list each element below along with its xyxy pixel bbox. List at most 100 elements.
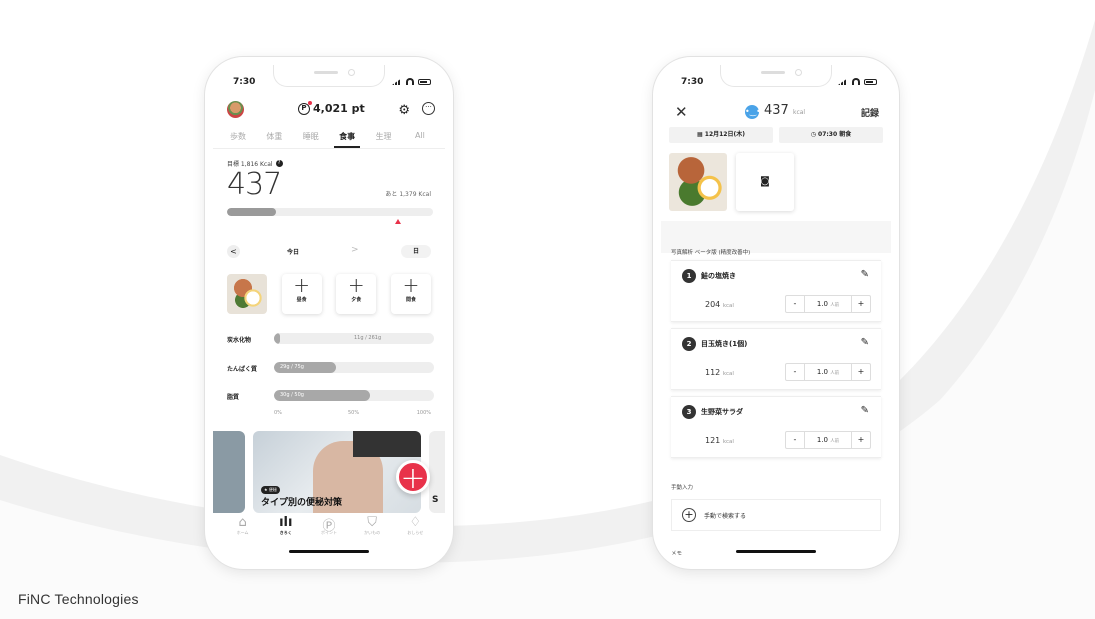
avatar[interactable] [227, 101, 244, 118]
help-icon[interactable]: ? [275, 160, 283, 167]
add-lunch-button[interactable]: + 昼食 [281, 273, 322, 314]
camera-button[interactable]: ◙ [736, 153, 794, 211]
phone-meal-record: 7:30 ✕ •‿• 437 kcal 記録 ▦ 12月12日(木) ◷ 07:… [653, 57, 899, 569]
nav-points[interactable]: Ⓟ ポイント [311, 513, 347, 553]
increase-button[interactable]: + [852, 432, 870, 448]
food-name: 生野菜サラダ [701, 408, 743, 416]
decrease-button[interactable]: - [786, 364, 804, 380]
add-record-fab[interactable]: + [396, 460, 430, 494]
home-indicator[interactable] [736, 550, 816, 553]
home-indicator[interactable] [289, 550, 369, 553]
nutrient-value: 30g / 50g [280, 392, 304, 398]
meal-calories-value: 437 [764, 103, 789, 118]
meal-label: 昼食 [296, 297, 307, 303]
edit-icon[interactable]: ✎ [861, 337, 869, 348]
camera-icon: ◙ [760, 176, 770, 187]
points-display[interactable]: P 4,021 pt [298, 100, 365, 115]
article-title: タイプ別の便秘対策 [261, 498, 343, 508]
analysis-label: 写真解析 ベータ版 (精度改善中) [671, 250, 751, 256]
nutrient-name: 脂質 [227, 394, 240, 401]
food-name: 目玉焼き(1個) [701, 340, 748, 348]
signal-icon [392, 78, 402, 85]
nav-notifications[interactable]: ♢ おしらせ [397, 513, 433, 553]
breakfast-photo[interactable] [227, 274, 267, 314]
point-icon: Ⓟ [322, 519, 336, 534]
face-icon: •‿• [745, 105, 761, 119]
save-button[interactable]: 記録 [861, 106, 879, 119]
article-image-detail [353, 431, 421, 457]
time-meal-picker[interactable]: ◷ 07:30 朝食 [779, 127, 883, 143]
decrease-button[interactable]: - [786, 432, 804, 448]
nav-home[interactable]: ⌂ ホーム [225, 513, 261, 553]
increase-button[interactable]: + [852, 296, 870, 312]
nav-shopping[interactable]: ⛉ かいもの [354, 513, 390, 553]
next-day-button[interactable]: > [351, 245, 359, 255]
tab-all[interactable]: All [407, 127, 433, 148]
quantity-number: 1.0 [816, 368, 828, 376]
food-calories-unit: kcal [722, 303, 734, 309]
wifi-icon [406, 78, 414, 85]
screen: 7:30 ✕ •‿• 437 kcal 記録 ▦ 12月12日(木) ◷ 07:… [661, 65, 891, 561]
nav-label: おしらせ [407, 530, 424, 535]
edit-icon[interactable]: ✎ [861, 405, 869, 416]
add-circle-icon: + [682, 508, 696, 522]
add-dinner-button[interactable]: + 夕食 [336, 273, 377, 314]
meal-photo[interactable] [669, 153, 727, 211]
carousel-next-card[interactable]: S [429, 431, 445, 513]
tab-weight[interactable]: 体重 [261, 127, 287, 148]
meal-label: 間食 [405, 297, 416, 303]
status-time: 7:30 [233, 77, 256, 87]
photo-row: ◙ [669, 153, 794, 211]
quantity-stepper: - 1.0 人前 + [785, 363, 871, 381]
tab-period[interactable]: 生理 [371, 127, 397, 148]
item-number: 2 [682, 337, 696, 351]
food-calories-unit: kcal [722, 439, 734, 445]
carousel-prev-card[interactable] [213, 431, 245, 513]
day-navigator: < 今日 > 日 [227, 245, 431, 259]
food-calories-value: 112 [705, 368, 721, 377]
decrease-button[interactable]: - [786, 296, 804, 312]
plus-icon: + [293, 273, 311, 297]
food-calories-value: 121 [705, 436, 721, 445]
date-picker[interactable]: ▦ 12月12日(木) [669, 127, 773, 143]
nav-record[interactable]: ılı きろく [268, 513, 304, 553]
item-number: 3 [682, 405, 696, 419]
nutrient-protein: たんぱく質 29g / 75g [227, 362, 434, 374]
nutrient-name: たんぱく質 [227, 366, 258, 373]
close-icon[interactable]: ✕ [675, 103, 688, 121]
manual-entry-label: 手動入力 [671, 485, 694, 491]
tab-steps[interactable]: 歩数 [225, 127, 251, 148]
gear-icon[interactable]: ⚙ [398, 103, 410, 118]
category-tabs: 歩数 体重 睡眠 食事 生理 All [213, 127, 445, 149]
wifi-icon [852, 78, 860, 85]
tab-sleep[interactable]: 睡眠 [298, 127, 324, 148]
battery-icon [418, 78, 431, 85]
nav-label: きろく [279, 530, 292, 535]
article-tag: ★ 便秘 [261, 486, 280, 494]
food-calories-unit: kcal [722, 371, 734, 377]
add-snack-button[interactable]: + 間食 [390, 274, 431, 314]
battery-icon [864, 78, 877, 85]
shopping-bag-icon: ⛉ [367, 515, 378, 530]
notch [720, 65, 832, 87]
phone-meal-summary: 7:30 P 4,021 pt ⚙ ··· 歩数 体重 睡眠 食事 生理 All… [205, 57, 453, 569]
quantity-number: 1.0 [816, 436, 828, 444]
quantity-value: 1.0 人前 [804, 296, 852, 312]
prev-day-button[interactable]: < [227, 245, 240, 258]
food-calories: 121 kcal [705, 436, 734, 445]
brand-name: FiNC Technologies [18, 591, 139, 607]
nav-label: ホーム [236, 530, 249, 535]
edit-icon[interactable]: ✎ [861, 269, 869, 280]
meal-row: + 昼食 + 夕食 + 間食 [227, 274, 431, 314]
nutrient-carbs: 炭水化物 11g / 261g [227, 333, 434, 345]
manual-search-button[interactable]: + 手動で検索する [671, 499, 881, 531]
increase-button[interactable]: + [852, 364, 870, 380]
plus-icon: + [347, 273, 365, 297]
period-select-button[interactable]: 日 [401, 245, 431, 258]
chat-icon[interactable]: ··· [422, 102, 435, 115]
chart-icon: ılı [279, 515, 293, 530]
tab-meals[interactable]: 食事 [334, 127, 361, 148]
food-item: 1 鮭の塩焼き ✎ 204 kcal - 1.0 人前 + [671, 260, 881, 322]
scale-0: 0% [274, 410, 282, 416]
calories-remaining: あと 1,379 Kcal [385, 191, 431, 198]
